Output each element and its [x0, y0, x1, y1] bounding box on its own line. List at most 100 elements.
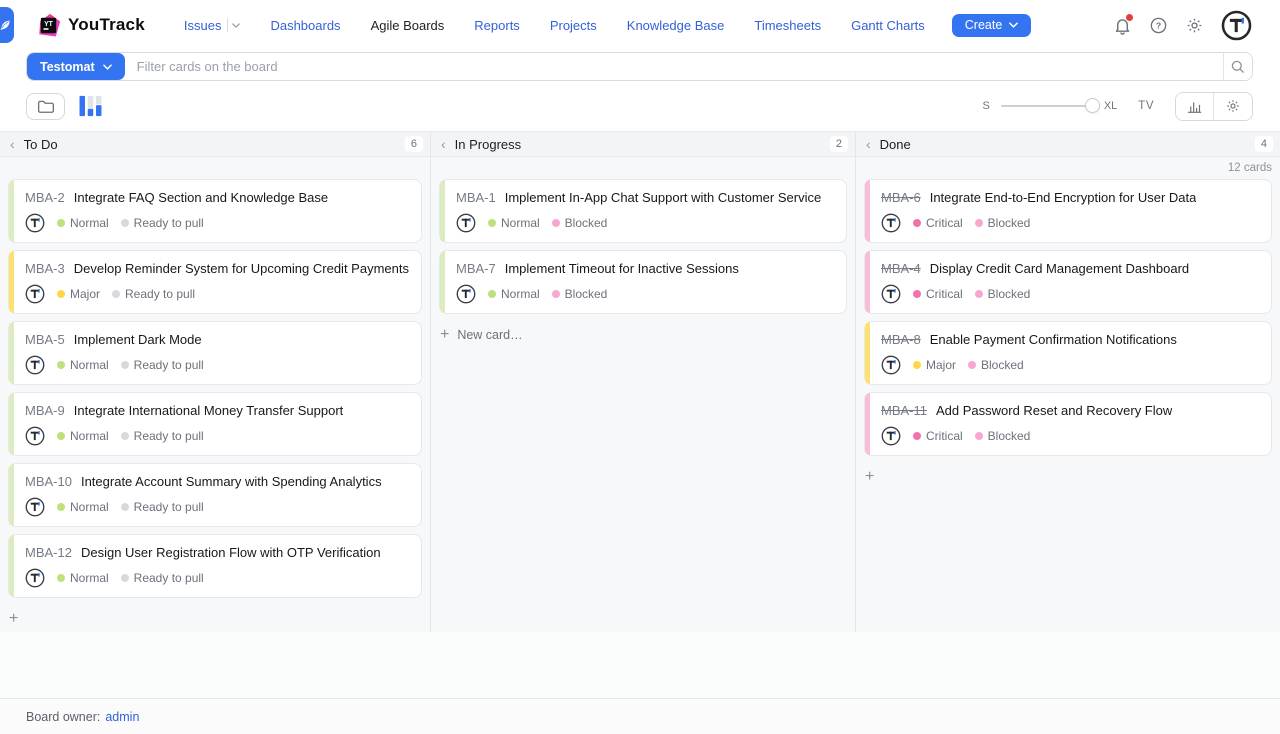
issue-title[interactable]: Integrate FAQ Section and Knowledge Base [74, 190, 328, 205]
collapse-column-icon[interactable]: ‹ [441, 137, 446, 151]
add-card-button[interactable]: + [0, 605, 430, 627]
issue-id[interactable]: MBA-4 [881, 261, 921, 276]
nav-issues[interactable]: Issues [169, 12, 256, 39]
state-badge[interactable]: Ready to pull [121, 216, 204, 230]
priority-badge[interactable]: Normal [57, 216, 109, 230]
settings-button[interactable] [1185, 16, 1204, 35]
youtrack-logo[interactable]: YT YouTrack [36, 13, 145, 38]
assignee-avatar[interactable] [25, 213, 45, 233]
project-selector-button[interactable]: Testomat [27, 53, 125, 80]
issue-title[interactable]: Design User Registration Flow with OTP V… [81, 545, 381, 560]
priority-badge[interactable]: Normal [488, 216, 540, 230]
state-badge[interactable]: Blocked [552, 287, 608, 301]
board-settings-button[interactable] [1214, 93, 1252, 120]
create-button[interactable]: Create [952, 14, 1032, 37]
assignee-avatar[interactable] [881, 355, 901, 375]
card-mba-10[interactable]: MBA-10 Integrate Account Summary with Sp… [8, 463, 422, 527]
user-avatar[interactable] [1221, 10, 1252, 41]
card-mba-9[interactable]: MBA-9 Integrate International Money Tran… [8, 392, 422, 456]
priority-badge[interactable]: Normal [57, 358, 109, 372]
card-mba-6[interactable]: MBA-6 Integrate End-to-End Encryption fo… [864, 179, 1272, 243]
state-badge[interactable]: Ready to pull [121, 358, 204, 372]
card-mba-3[interactable]: MBA-3 Develop Reminder System for Upcomi… [8, 250, 422, 314]
issue-title[interactable]: Integrate International Money Transfer S… [74, 403, 344, 418]
assignee-avatar[interactable] [881, 213, 901, 233]
assignee-avatar[interactable] [25, 355, 45, 375]
card-mba-2[interactable]: MBA-2 Integrate FAQ Section and Knowledg… [8, 179, 422, 243]
issue-id[interactable]: MBA-12 [25, 545, 72, 560]
assignee-avatar[interactable] [456, 284, 476, 304]
card-mba-11[interactable]: MBA-11 Add Password Reset and Recovery F… [864, 392, 1272, 456]
nav-gantt-charts[interactable]: Gantt Charts [836, 12, 940, 39]
issue-title[interactable]: Implement In-App Chat Support with Custo… [505, 190, 821, 205]
nav-dropdown[interactable] [227, 18, 240, 32]
issue-title[interactable]: Integrate End-to-End Encryption for User… [930, 190, 1197, 205]
search-button[interactable] [1223, 53, 1252, 80]
state-badge[interactable]: Ready to pull [112, 287, 195, 301]
issue-id[interactable]: MBA-2 [25, 190, 65, 205]
card-mba-12[interactable]: MBA-12 Design User Registration Flow wit… [8, 534, 422, 598]
state-badge[interactable]: Blocked [968, 358, 1024, 372]
state-badge[interactable]: Blocked [975, 287, 1031, 301]
card-size-slider[interactable] [1001, 98, 1093, 114]
collapse-column-icon[interactable]: ‹ [866, 137, 871, 151]
assignee-avatar[interactable] [881, 284, 901, 304]
issue-id[interactable]: MBA-5 [25, 332, 65, 347]
add-card-button[interactable]: + New card… [431, 321, 855, 343]
add-card-button[interactable]: + [856, 463, 1280, 485]
priority-badge[interactable]: Normal [57, 500, 109, 514]
assignee-avatar[interactable] [456, 213, 476, 233]
state-badge[interactable]: Ready to pull [121, 429, 204, 443]
priority-badge[interactable]: Normal [57, 429, 109, 443]
nav-agile-boards[interactable]: Agile Boards [356, 12, 460, 39]
issue-id[interactable]: MBA-10 [25, 474, 72, 489]
priority-badge[interactable]: Major [57, 287, 100, 301]
issue-title[interactable]: Develop Reminder System for Upcoming Cre… [74, 261, 409, 276]
issue-id[interactable]: MBA-7 [456, 261, 496, 276]
state-badge[interactable]: Ready to pull [121, 500, 204, 514]
issue-id[interactable]: MBA-3 [25, 261, 65, 276]
assignee-avatar[interactable] [25, 284, 45, 304]
state-badge[interactable]: Blocked [975, 216, 1031, 230]
priority-badge[interactable]: Critical [913, 287, 963, 301]
state-badge[interactable]: Blocked [552, 216, 608, 230]
column-header[interactable]: ‹ Done 4 [856, 131, 1280, 157]
state-badge[interactable]: Blocked [975, 429, 1031, 443]
column-header[interactable]: ‹ To Do 6 [0, 131, 430, 157]
issue-title[interactable]: Enable Payment Confirmation Notification… [930, 332, 1177, 347]
priority-badge[interactable]: Normal [488, 287, 540, 301]
issue-title[interactable]: Implement Dark Mode [74, 332, 202, 347]
issue-title[interactable]: Implement Timeout for Inactive Sessions [505, 261, 739, 276]
issue-id[interactable]: MBA-9 [25, 403, 65, 418]
help-button[interactable]: ? [1149, 16, 1168, 35]
card-mba-7[interactable]: MBA-7 Implement Timeout for Inactive Ses… [439, 250, 847, 314]
nav-knowledge-base[interactable]: Knowledge Base [612, 12, 740, 39]
card-mba-4[interactable]: MBA-4 Display Credit Card Management Das… [864, 250, 1272, 314]
board-chart-button[interactable] [1176, 93, 1214, 120]
card-mba-1[interactable]: MBA-1 Implement In-App Chat Support with… [439, 179, 847, 243]
issue-title[interactable]: Integrate Account Summary with Spending … [81, 474, 382, 489]
nav-projects[interactable]: Projects [535, 12, 612, 39]
notifications-button[interactable] [1113, 16, 1132, 35]
nav-reports[interactable]: Reports [459, 12, 535, 39]
priority-badge[interactable]: Major [913, 358, 956, 372]
card-mba-5[interactable]: MBA-5 Implement Dark Mode Normal Ready t… [8, 321, 422, 385]
sidebar-flap[interactable] [0, 7, 14, 43]
slider-knob[interactable] [1085, 98, 1100, 113]
priority-badge[interactable]: Critical [913, 429, 963, 443]
filter-input[interactable] [125, 53, 1223, 80]
issue-id[interactable]: MBA-11 [881, 403, 927, 418]
tv-mode-button[interactable]: TV [1138, 100, 1154, 112]
issue-id[interactable]: MBA-6 [881, 190, 921, 205]
state-badge[interactable]: Ready to pull [121, 571, 204, 585]
card-mba-8[interactable]: MBA-8 Enable Payment Confirmation Notifi… [864, 321, 1272, 385]
issue-id[interactable]: MBA-8 [881, 332, 921, 347]
assignee-avatar[interactable] [881, 426, 901, 446]
backlog-button[interactable] [26, 93, 65, 120]
issue-id[interactable]: MBA-1 [456, 190, 496, 205]
nav-dashboards[interactable]: Dashboards [255, 12, 355, 39]
board-owner-link[interactable]: admin [105, 710, 139, 724]
assignee-avatar[interactable] [25, 497, 45, 517]
assignee-avatar[interactable] [25, 426, 45, 446]
assignee-avatar[interactable] [25, 568, 45, 588]
